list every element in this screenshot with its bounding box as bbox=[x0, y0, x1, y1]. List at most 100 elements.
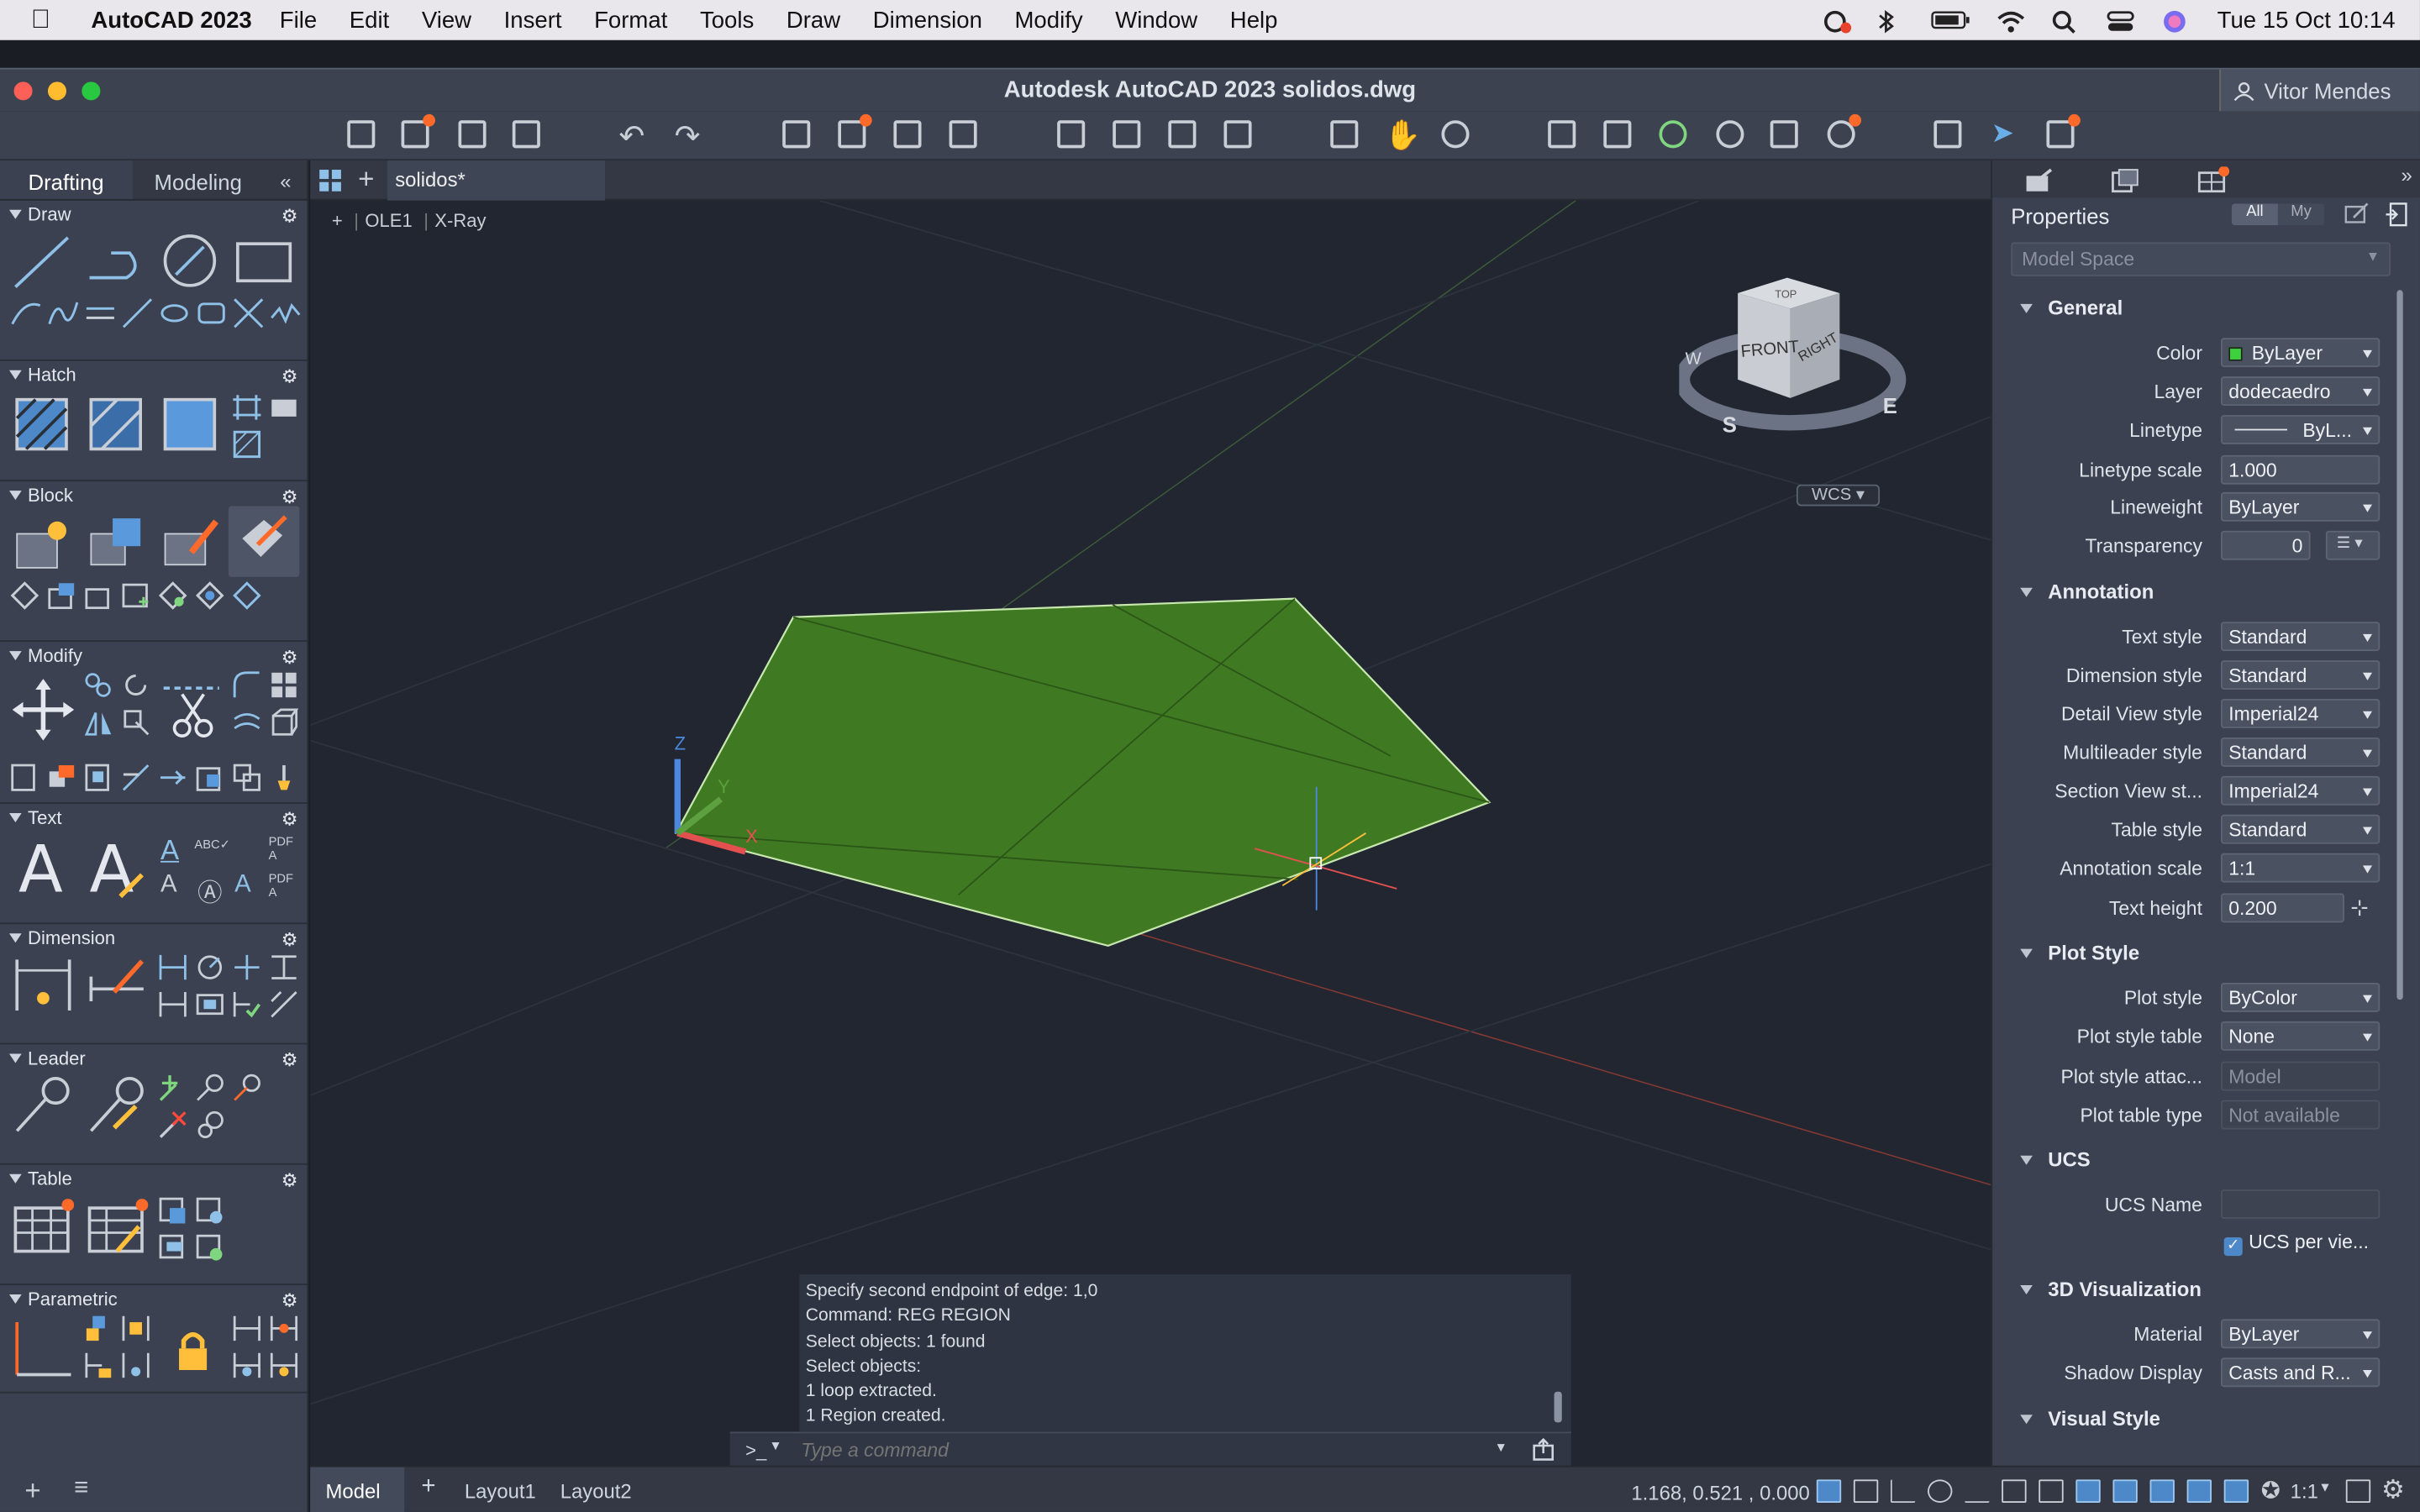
purge-icon[interactable] bbox=[1770, 120, 1798, 149]
gear-icon[interactable]: ⚙ bbox=[281, 205, 298, 227]
gear-icon[interactable]: ⚙ bbox=[281, 1049, 298, 1071]
auto-constrain-icon[interactable] bbox=[83, 1350, 114, 1381]
layer-dropdown[interactable]: dodecaedro bbox=[2221, 376, 2381, 407]
gear-icon[interactable]: ⚙ bbox=[281, 365, 298, 387]
grid-toggle-icon[interactable] bbox=[1816, 1479, 1842, 1503]
wipeout-layers-icon[interactable] bbox=[232, 429, 263, 460]
compare-icon[interactable] bbox=[1933, 120, 1962, 149]
gear-icon[interactable]: ⚙ bbox=[281, 647, 298, 669]
filter-my-button[interactable]: My bbox=[2277, 203, 2325, 226]
camera-tool-icon[interactable] bbox=[269, 392, 300, 423]
3d-osnap-icon[interactable] bbox=[2112, 1479, 2138, 1503]
linetype-scale-field[interactable]: 1.000 bbox=[2221, 454, 2381, 485]
settings-gear-icon[interactable]: ⚙ bbox=[2381, 1475, 2405, 1506]
filter-all-button[interactable]: All bbox=[2231, 203, 2278, 226]
gear-icon[interactable]: ⚙ bbox=[281, 1169, 298, 1191]
pan-hand-icon[interactable]: ✋ bbox=[1385, 118, 1421, 155]
region-face[interactable] bbox=[674, 597, 1491, 948]
import-icon[interactable] bbox=[1057, 120, 1086, 149]
open-file-icon[interactable] bbox=[401, 113, 435, 149]
collapse-palette-button[interactable]: « bbox=[264, 160, 307, 199]
section-view-style-dropdown[interactable]: Imperial24 bbox=[2221, 775, 2381, 806]
line-tool-icon[interactable] bbox=[13, 234, 71, 293]
plot-style-dropdown[interactable]: ByColor bbox=[2221, 982, 2381, 1012]
menu-tools[interactable]: Tools bbox=[700, 7, 754, 33]
hatch-tool-icon[interactable] bbox=[13, 395, 71, 454]
block-editor-icon[interactable] bbox=[83, 580, 114, 612]
group-plot-style[interactable]: Plot Style bbox=[1992, 941, 2139, 964]
menu-edit[interactable]: Edit bbox=[350, 7, 389, 33]
add-leader-icon[interactable] bbox=[157, 1073, 188, 1104]
dynamic-ucs-icon[interactable] bbox=[2149, 1479, 2175, 1503]
creative-cloud-icon[interactable] bbox=[1819, 9, 1851, 34]
xline-tool-icon[interactable] bbox=[232, 297, 266, 330]
brush-tool-icon[interactable] bbox=[269, 762, 300, 793]
plot-icon[interactable] bbox=[782, 120, 811, 149]
batch-plot-icon[interactable] bbox=[838, 113, 872, 149]
share-icon[interactable] bbox=[1168, 120, 1197, 149]
save-icon[interactable] bbox=[458, 120, 487, 149]
control-center-icon[interactable] bbox=[2106, 9, 2137, 31]
wcs-menu-button[interactable]: WCS ▾ bbox=[1796, 484, 1881, 507]
gizmo-icon[interactable] bbox=[2223, 1479, 2249, 1503]
boundary-tool-icon[interactable] bbox=[160, 395, 219, 454]
linear-dimension-icon[interactable] bbox=[13, 955, 74, 1016]
parameters-manager-icon[interactable] bbox=[269, 1350, 300, 1381]
lineweight-dropdown[interactable]: ByLayer bbox=[2221, 491, 2381, 522]
reassociate-dimension-icon[interactable] bbox=[232, 989, 263, 1020]
menu-file[interactable]: File bbox=[280, 7, 317, 33]
command-scrollbar[interactable] bbox=[1554, 1391, 1562, 1423]
move-tool-icon[interactable] bbox=[12, 679, 75, 741]
gear-icon[interactable]: ⚙ bbox=[281, 808, 298, 830]
view-name-button[interactable]: OLE1 bbox=[365, 210, 412, 232]
linear-constraint-icon[interactable] bbox=[232, 1313, 263, 1344]
orbit-icon[interactable] bbox=[1441, 120, 1470, 149]
palette-menu-icon[interactable]: ≡ bbox=[74, 1475, 88, 1503]
grid-view-icon[interactable] bbox=[318, 168, 342, 192]
tab-modeling[interactable]: Modeling bbox=[132, 160, 264, 199]
edit-block-icon[interactable] bbox=[160, 512, 222, 574]
quick-select-icon[interactable] bbox=[2344, 202, 2369, 227]
drawing-viewport[interactable]: Z Y X + |OLE1 |X-Ray TOP FRONT RIGHT W bbox=[310, 200, 1991, 1466]
rectangle-tool-icon[interactable] bbox=[234, 234, 293, 293]
group-general[interactable]: General bbox=[1992, 297, 2123, 319]
coordinate-readout[interactable]: 1.168, 0.521 , 0.000 bbox=[1631, 1481, 1809, 1504]
table-style-dropdown[interactable]: Standard bbox=[2221, 814, 2381, 844]
baseline-dimension-icon[interactable] bbox=[157, 989, 188, 1020]
xref-icon[interactable] bbox=[1659, 120, 1687, 149]
rotate-tool-icon[interactable] bbox=[120, 669, 151, 701]
osnap-toggle-icon[interactable] bbox=[2002, 1479, 2027, 1503]
trim-tool-icon[interactable] bbox=[160, 679, 222, 740]
new-tab-icon[interactable]: + bbox=[358, 164, 374, 197]
polyline-tool-icon[interactable] bbox=[87, 234, 145, 293]
revcloud-tool-icon[interactable] bbox=[194, 297, 228, 330]
apple-icon[interactable]:  bbox=[31, 5, 65, 36]
match-properties-icon[interactable] bbox=[1603, 120, 1632, 149]
dimension-style-dropdown[interactable]: Standard bbox=[2221, 660, 2381, 690]
create-block-icon[interactable] bbox=[87, 512, 148, 574]
annotation-scale-chevron-icon[interactable]: ▾ bbox=[2321, 1479, 2328, 1496]
command-prompt-button[interactable]: >_ bbox=[745, 1440, 766, 1462]
copy-tool-icon[interactable] bbox=[83, 669, 114, 701]
group-ucs[interactable]: UCS bbox=[1992, 1148, 2091, 1171]
find-text-icon[interactable]: A bbox=[160, 872, 177, 900]
page-setup-icon[interactable] bbox=[893, 120, 922, 149]
ordinate-dimension-icon[interactable] bbox=[269, 952, 300, 983]
menu-format[interactable]: Format bbox=[594, 7, 667, 33]
erase-tool-icon[interactable] bbox=[46, 762, 77, 793]
chamfer-tool-icon[interactable] bbox=[194, 762, 225, 793]
insert-block-icon[interactable] bbox=[13, 512, 74, 574]
table-tool-icon[interactable] bbox=[13, 1199, 75, 1260]
show-constraints-icon[interactable] bbox=[120, 1350, 151, 1381]
save-as-icon[interactable] bbox=[512, 120, 540, 149]
send-icon[interactable]: ➤ bbox=[1991, 118, 2014, 150]
gear-icon[interactable]: ⚙ bbox=[281, 486, 298, 508]
group-icon[interactable] bbox=[1716, 120, 1744, 149]
remove-leader-icon[interactable] bbox=[157, 1110, 188, 1141]
multiline-text-icon[interactable]: A bbox=[18, 832, 63, 907]
wifi-icon[interactable] bbox=[1995, 9, 2026, 33]
text-style-icon[interactable]: A bbox=[160, 835, 179, 868]
aligned-dimension-icon[interactable] bbox=[157, 952, 188, 983]
publish-icon[interactable] bbox=[949, 120, 977, 149]
manage-attributes-icon[interactable] bbox=[46, 580, 77, 612]
